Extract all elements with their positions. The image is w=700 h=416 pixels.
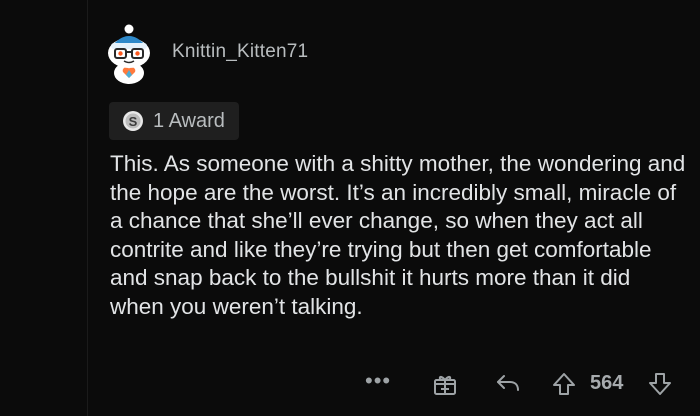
award-count-label: 1 Award <box>153 109 225 132</box>
more-options-button[interactable]: ••• <box>365 368 391 394</box>
comment-header: Knittin_Kitten71 <box>100 20 308 84</box>
downvote-arrow-icon <box>649 373 671 395</box>
vote-score: 564 <box>590 372 624 394</box>
snoo-avatar-icon[interactable] <box>100 20 158 84</box>
comment-body: This. As someone with a shitty mother, t… <box>110 151 686 319</box>
reply-button[interactable] <box>495 372 521 394</box>
comment: Knittin_Kitten71 S 1 Award This. As some… <box>0 0 700 416</box>
upvote-button[interactable] <box>551 371 577 397</box>
give-award-button[interactable] <box>432 372 458 396</box>
award-badge[interactable]: S 1 Award <box>109 102 239 140</box>
comment-actions: ••• 564 <box>360 366 690 402</box>
thread-line[interactable] <box>87 0 88 416</box>
downvote-button[interactable] <box>647 371 673 397</box>
gift-box-icon <box>434 375 456 395</box>
silver-award-icon: S <box>121 109 145 133</box>
reply-arrow-icon <box>497 375 519 391</box>
upvote-arrow-icon <box>553 373 575 395</box>
username-link[interactable]: Knittin_Kitten71 <box>172 41 308 63</box>
svg-text:S: S <box>129 114 138 129</box>
